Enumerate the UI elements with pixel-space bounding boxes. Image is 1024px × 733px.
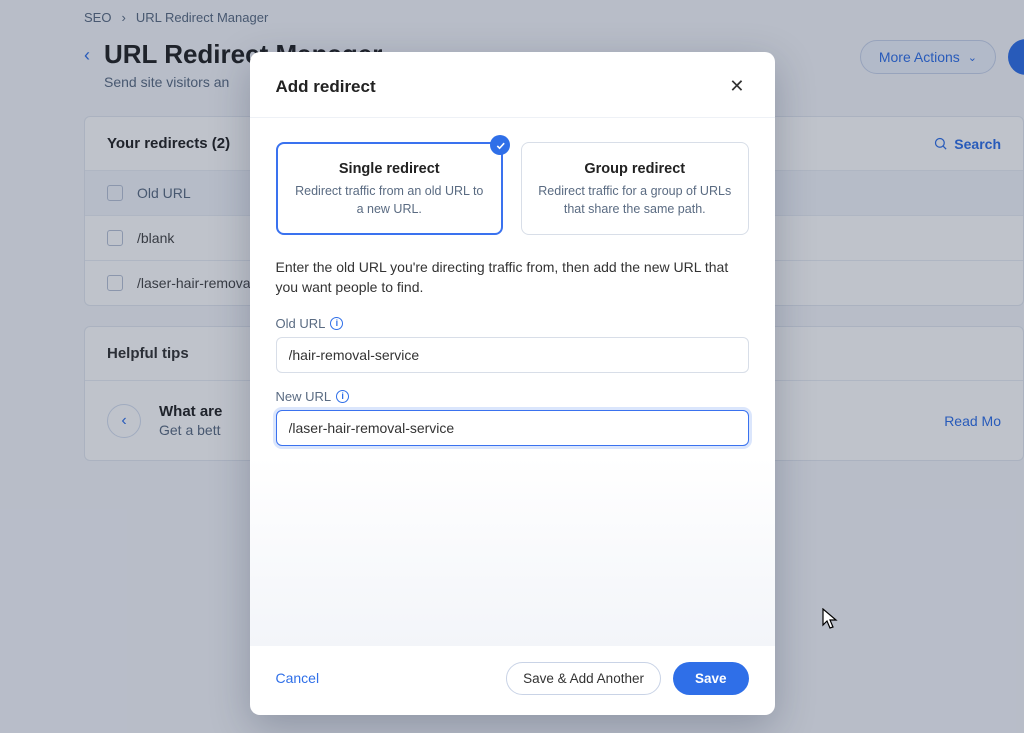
old-url-label: Old URL i: [276, 316, 749, 331]
old-url-label-text: Old URL: [276, 316, 326, 331]
modal-backdrop[interactable]: Add redirect ✕ Single redirect Redirect …: [0, 0, 1024, 733]
option-title: Group redirect: [536, 161, 734, 177]
save-add-another-button[interactable]: Save & Add Another: [506, 662, 661, 695]
old-url-input[interactable]: [276, 337, 749, 373]
info-icon[interactable]: i: [330, 317, 343, 330]
close-icon[interactable]: ✕: [725, 72, 748, 101]
new-url-input[interactable]: [276, 410, 749, 446]
add-redirect-modal: Add redirect ✕ Single redirect Redirect …: [250, 52, 775, 715]
option-desc: Redirect traffic from an old URL to a ne…: [291, 183, 489, 218]
modal-spacer: [250, 456, 775, 646]
info-icon[interactable]: i: [336, 390, 349, 403]
modal-title: Add redirect: [276, 77, 376, 97]
option-title: Single redirect: [291, 161, 489, 177]
option-desc: Redirect traffic for a group of URLs tha…: [536, 183, 734, 218]
option-group-redirect[interactable]: Group redirect Redirect traffic for a gr…: [521, 142, 749, 235]
save-button[interactable]: Save: [673, 662, 749, 695]
check-icon: [490, 135, 510, 155]
modal-instruction: Enter the old URL you're directing traff…: [276, 257, 749, 298]
new-url-label-text: New URL: [276, 389, 332, 404]
redirect-type-options: Single redirect Redirect traffic from an…: [276, 142, 749, 235]
new-url-label: New URL i: [276, 389, 749, 404]
option-single-redirect[interactable]: Single redirect Redirect traffic from an…: [276, 142, 504, 235]
cancel-button[interactable]: Cancel: [276, 670, 320, 686]
